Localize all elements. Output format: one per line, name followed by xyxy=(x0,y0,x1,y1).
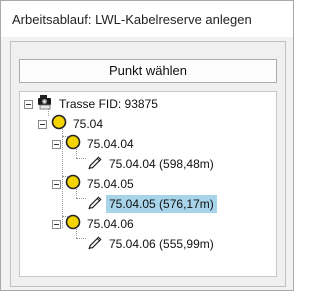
tree-leaf-selected[interactable]: 75.04.05 (576,17m) xyxy=(87,194,217,214)
workflow-window: Arbeitsablauf: LWL-Kabelreserve anlegen … xyxy=(0,0,294,291)
tree-connector xyxy=(76,198,86,199)
tree-leaf[interactable]: 75.04.06 (555,99m) xyxy=(87,234,217,254)
pick-point-button[interactable]: Punkt wählen xyxy=(19,59,277,83)
tree-leaf-label: 75.04.06 (555,99m) xyxy=(109,237,214,251)
pencil-icon xyxy=(87,234,103,255)
network-tree[interactable]: Trasse FID: 93875 75.04 75.04.04 75.04.0… xyxy=(19,91,277,277)
tree-node-root[interactable]: Trasse FID: 93875 xyxy=(24,94,161,114)
yellow-circle-icon xyxy=(65,134,81,155)
yellow-circle-icon xyxy=(51,114,67,135)
yellow-circle-icon xyxy=(65,214,81,235)
tree-connector xyxy=(76,238,86,239)
tree-node-group[interactable]: 75.04.04 xyxy=(52,134,137,154)
content-panel: Punkt wählen Trasse FID: 93875 75.04 75.… xyxy=(10,41,286,287)
pencil-icon xyxy=(87,154,103,175)
collapse-toggle[interactable] xyxy=(24,99,33,109)
collapse-toggle[interactable] xyxy=(52,139,61,149)
tree-connector xyxy=(76,158,86,159)
pencil-icon xyxy=(87,194,103,215)
tree-node-label: 75.04 xyxy=(73,117,104,131)
yellow-circle-icon xyxy=(65,174,81,195)
tree-node-75-04[interactable]: 75.04 xyxy=(38,114,106,134)
tree-leaf-label: 75.04.05 (576,17m) xyxy=(106,195,217,213)
tree-node-label: Trasse FID: 93875 xyxy=(59,97,158,111)
tree-node-label: 75.04.05 xyxy=(87,177,134,191)
camera-station-icon xyxy=(37,94,53,115)
tree-node-label: 75.04.04 xyxy=(87,137,134,151)
tree-leaf-label: 75.04.04 (598,48m) xyxy=(109,157,214,171)
tree-node-label: 75.04.06 xyxy=(87,217,134,231)
tree-leaf[interactable]: 75.04.04 (598,48m) xyxy=(87,154,217,174)
tree-node-group[interactable]: 75.04.05 xyxy=(52,174,137,194)
collapse-toggle[interactable] xyxy=(52,179,61,189)
window-title: Arbeitsablauf: LWL-Kabelreserve anlegen xyxy=(12,12,252,27)
title-bar: Arbeitsablauf: LWL-Kabelreserve anlegen xyxy=(1,1,293,37)
tree-node-group[interactable]: 75.04.06 xyxy=(52,214,137,234)
collapse-toggle[interactable] xyxy=(52,219,61,229)
collapse-toggle[interactable] xyxy=(38,119,47,129)
